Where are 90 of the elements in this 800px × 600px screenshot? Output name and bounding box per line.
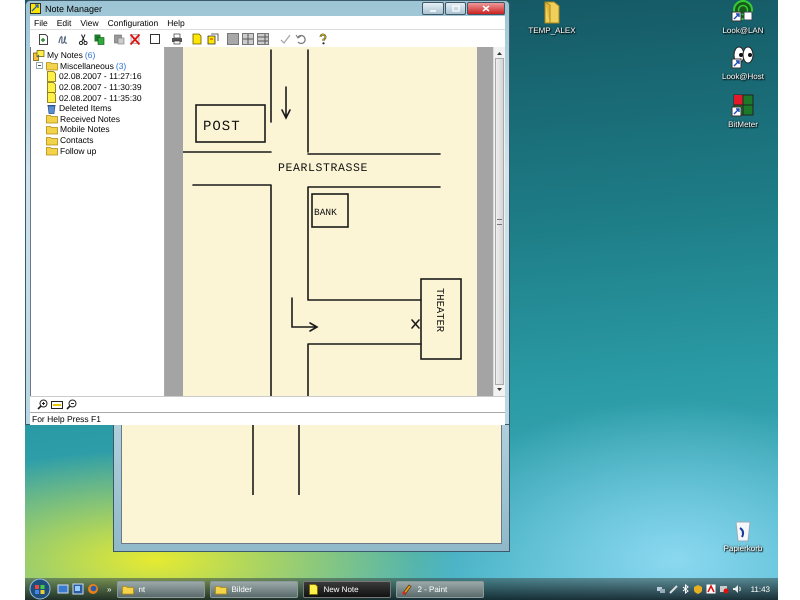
folder-icon [46,145,58,156]
tree-item[interactable]: Follow up [60,146,96,156]
panel-icon[interactable] [227,32,239,44]
tree-item[interactable]: My Notes [47,50,83,60]
tree-item[interactable]: Contacts [60,135,94,146]
zoom-in-icon[interactable] [37,399,48,410]
bluetooth-icon [682,584,690,594]
tree-item[interactable]: 02.08.2007 - 11:30:39 [59,82,142,92]
delete-icon[interactable] [129,32,141,44]
tree-item[interactable]: Mobile Notes [60,124,110,134]
fit-page-icon[interactable] [51,400,63,410]
status-text: For Help Press F1 [32,414,101,424]
folder-icon [46,60,58,72]
pen-icon [668,584,679,594]
maximize-icon [452,5,460,12]
eyes-shortcut-icon [731,46,755,70]
folder-icon [215,584,228,594]
desktop-icon-label[interactable]: Look@Host [722,72,764,81]
shield-icon [692,584,703,594]
cut-icon[interactable] [77,32,89,44]
check-icon[interactable] [279,32,291,44]
close-button[interactable] [467,2,505,15]
folder-icon [542,0,562,24]
clock[interactable]: 11:43 [750,584,770,594]
close-icon [482,5,490,12]
street-label: PEARLSTRASSE [278,162,368,175]
scroll-down-icon[interactable] [496,387,503,393]
menu-item[interactable]: File [34,18,48,28]
show-desktop-icon[interactable] [57,583,69,595]
menu-item[interactable]: Configuration [108,18,158,28]
tree-item[interactable]: 02.08.2007 - 11:35:30 [59,92,142,103]
notes-icon [33,50,45,61]
radar-shortcut-icon [731,0,755,24]
volume-icon[interactable] [732,584,742,594]
app-icon [30,3,41,14]
network-warning-icon[interactable] [718,584,729,594]
start-button[interactable] [29,578,51,600]
tree-item[interactable]: Received Notes [60,114,120,124]
folder-icon [46,134,58,146]
overflow-chevron[interactable]: » [107,584,112,594]
zoom-out-icon[interactable] [66,399,77,410]
folder-icon [122,584,134,594]
trash-icon [46,102,57,114]
grid-icon[interactable] [242,32,254,44]
folder-icon [46,124,58,135]
antivirus-icon [706,584,716,594]
notes-icon[interactable] [207,32,219,44]
folder-icon [46,113,58,124]
note-icon [46,92,57,104]
paste-icon[interactable] [113,32,125,44]
menu-item[interactable]: Help [167,18,185,28]
taskbar-button[interactable]: nt [117,580,206,598]
browser-icon[interactable] [87,583,99,595]
new-note-icon[interactable] [37,32,49,44]
scrollbar-thumb[interactable] [495,58,504,385]
desktop-icon-label[interactable]: Look@LAN [722,26,764,35]
tree-item[interactable]: 02.08.2007 - 11:27:16 [59,71,142,82]
item-count: (6) [84,50,96,60]
map-label: THEATER [433,288,445,332]
tree-item[interactable]: Deleted Items [59,103,112,114]
note-icon [46,82,57,93]
taskbar-button[interactable]: New Note [303,580,392,598]
desktop-icon-label[interactable]: TEMP_ALEX [528,26,576,35]
note-icon [46,70,57,82]
window-title: Note Manager [45,4,102,14]
taskbar-button[interactable]: Bilder [210,580,298,598]
switch-windows-icon[interactable] [72,583,84,595]
collapse-icon[interactable] [36,62,43,70]
menu-item[interactable]: View [80,18,99,28]
maximize-button[interactable] [445,2,466,15]
map-label: POST [203,119,241,135]
minimize-button[interactable] [422,2,444,15]
meter-shortcut-icon [731,94,755,118]
scroll-up-icon[interactable] [496,50,503,56]
desktop-icon-label[interactable]: BitMeter [728,120,758,129]
help-icon[interactable] [317,32,329,44]
item-count: (3) [116,60,126,71]
copy-icon[interactable] [93,32,105,44]
note-icon [308,584,320,594]
grid-icon[interactable] [257,32,269,44]
tree-item[interactable]: Miscellaneous [60,60,114,71]
map-label: BANK [314,207,337,218]
checkbox-icon[interactable] [149,32,161,44]
network-icon [656,584,666,594]
refresh-icon[interactable] [295,32,307,44]
print-icon[interactable] [171,32,183,44]
taskbar-button[interactable]: 2 - Paint [396,580,484,598]
note-icon[interactable] [191,32,203,44]
paint-icon [401,583,414,595]
menu-item[interactable]: Edit [56,18,72,28]
